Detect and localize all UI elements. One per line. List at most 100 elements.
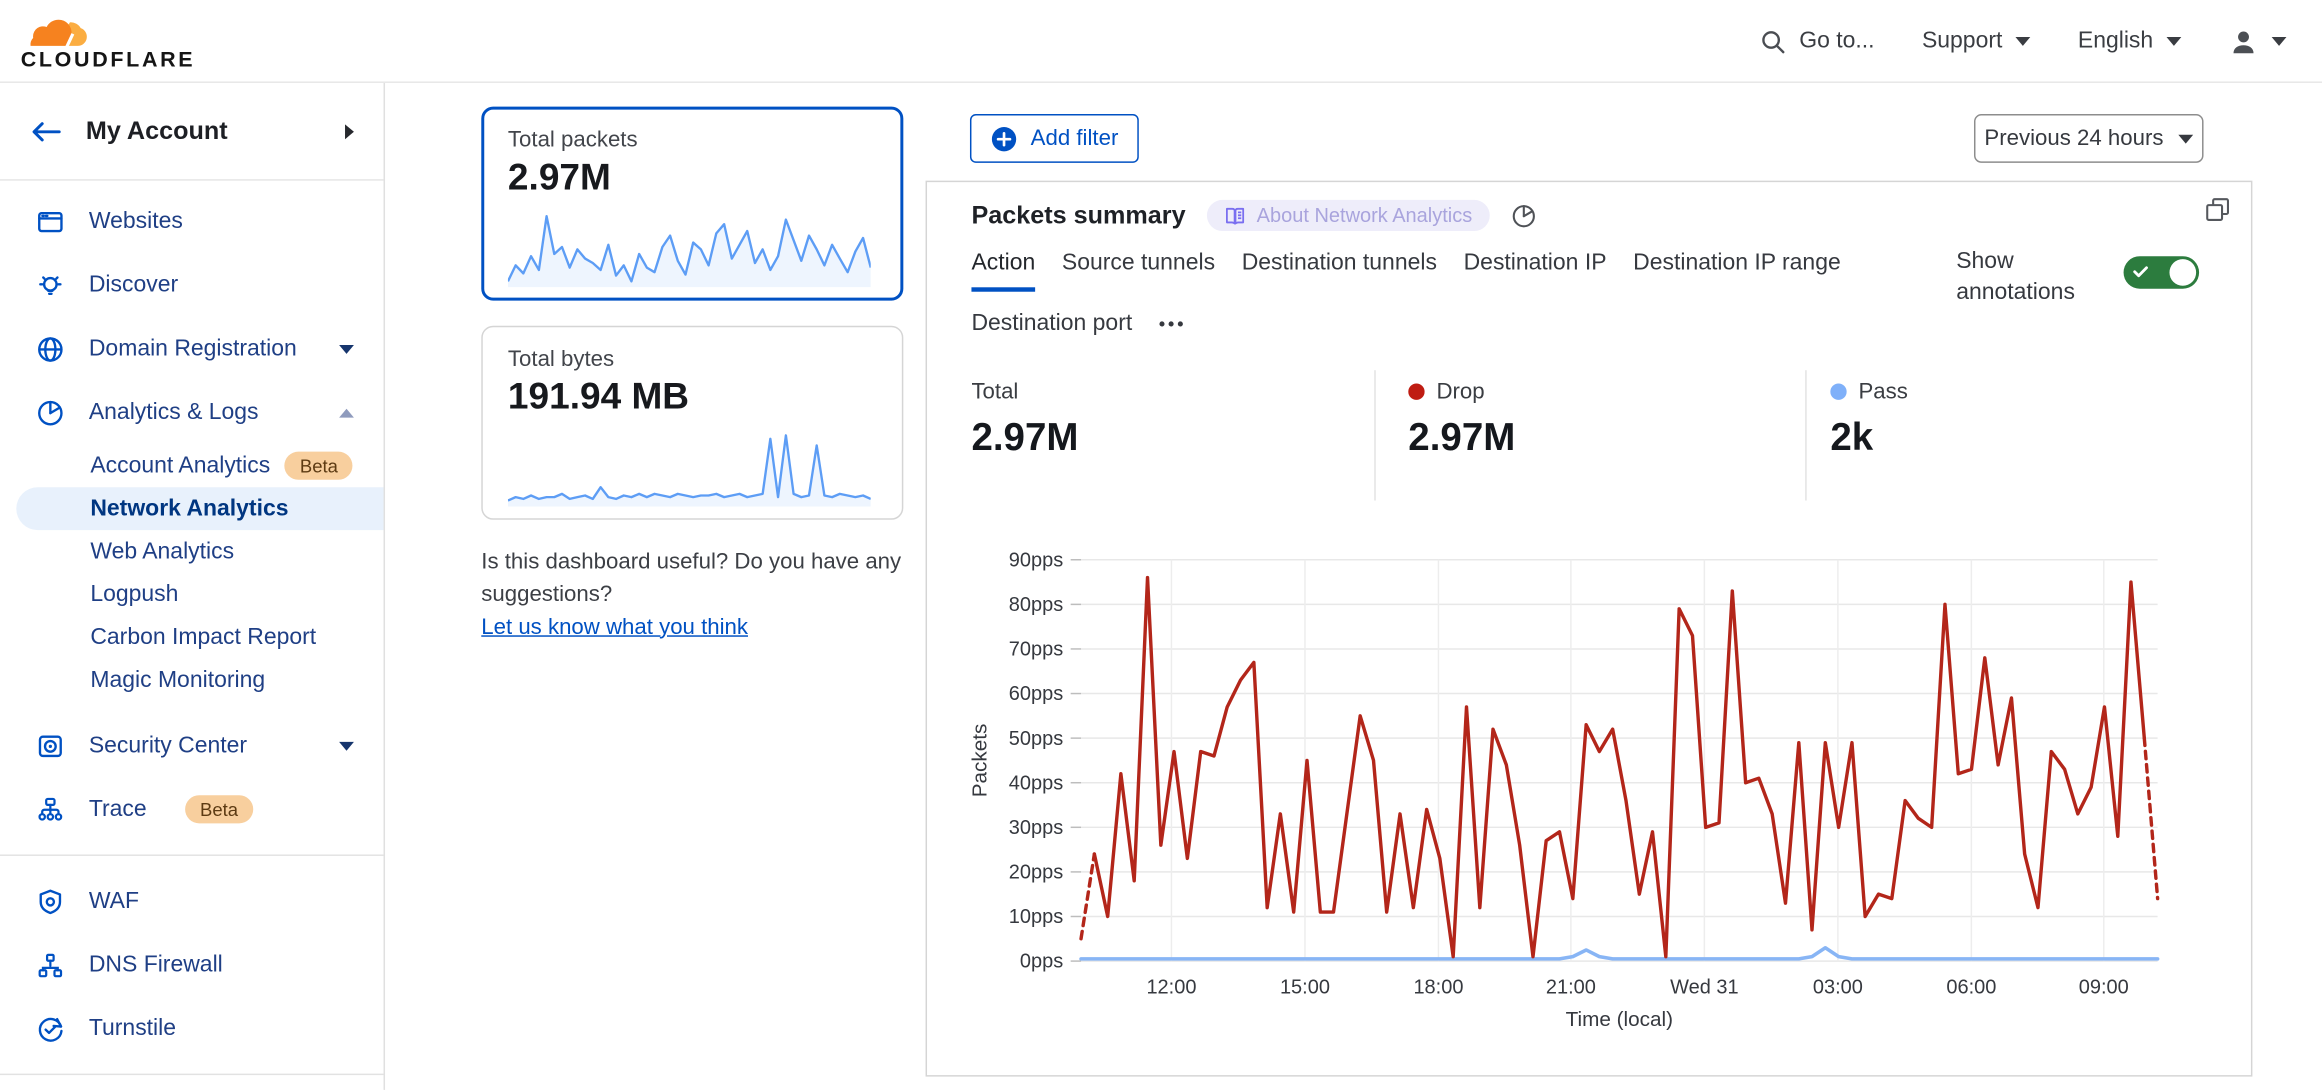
feedback-block: Is this dashboard useful? Do you have an… — [481, 546, 903, 643]
tabs-more-icon[interactable]: ••• — [1159, 311, 1187, 335]
goto-label: Go to... — [1799, 28, 1874, 55]
back-arrow-icon[interactable] — [30, 121, 63, 142]
sidebar-item-turnstile[interactable]: Turnstile — [0, 997, 384, 1061]
goto-search[interactable]: Go to... — [1761, 28, 1875, 55]
chevron-down-icon — [2178, 134, 2193, 143]
sidebar-item-label: Logpush — [90, 581, 178, 608]
sidebar-item-waf[interactable]: WAF — [0, 869, 384, 933]
expand-panel-button[interactable] — [2205, 197, 2230, 222]
show-annotations-toggle[interactable] — [2124, 256, 2200, 289]
copy-icon — [2205, 197, 2230, 222]
svg-text:10pps: 10pps — [1009, 906, 1063, 928]
card-title: Total bytes — [508, 347, 877, 372]
hierarchy-icon — [36, 950, 66, 980]
beta-badge: Beta — [185, 795, 253, 823]
cloudflare-cloud-icon — [21, 9, 89, 49]
sidebar-item-domain-registration[interactable]: Domain Registration — [0, 317, 384, 381]
packets-time-series-chart: 0pps10pps20pps30pps40pps50pps60pps70pps8… — [927, 529, 2254, 1050]
sidebar-item-label: Trace — [89, 796, 147, 823]
svg-text:18:00: 18:00 — [1413, 977, 1463, 999]
sidebar-item-label: Security Center — [89, 732, 247, 759]
tab-destination-tunnels[interactable]: Destination tunnels — [1242, 250, 1437, 291]
sidebar-item-web-analytics[interactable]: Web Analytics — [0, 530, 384, 573]
chart-type-button[interactable] — [1511, 202, 1538, 229]
svg-text:30pps: 30pps — [1009, 817, 1063, 839]
shield-gear-icon — [36, 886, 66, 916]
stat-label: Pass — [1858, 379, 1907, 404]
sidebar-item-label: Domain Registration — [89, 335, 297, 362]
sidebar-header: My Account — [0, 83, 384, 181]
about-badge-label: About Network Analytics — [1257, 204, 1473, 226]
feedback-link[interactable]: Let us know what you think — [481, 614, 748, 639]
time-range-label: Previous 24 hours — [1984, 126, 2163, 151]
about-network-analytics-badge[interactable]: About Network Analytics — [1206, 200, 1490, 231]
sidebar-item-label: Network Analytics — [90, 495, 288, 522]
sidebar-divider — [0, 1074, 384, 1075]
add-filter-button[interactable]: Add filter — [970, 114, 1139, 163]
plus-circle-icon — [991, 125, 1018, 152]
pass-dot — [1830, 384, 1846, 400]
svg-text:20pps: 20pps — [1009, 862, 1063, 884]
legend-stats-row: Total 2.97M Drop 2.97M Pass 2k — [927, 370, 2254, 500]
sidebar-item-analytics-logs[interactable]: Analytics & Logs — [0, 381, 384, 445]
check-icon — [2132, 264, 2148, 280]
sidebar-item-network-analytics[interactable]: Network Analytics — [16, 487, 383, 530]
card-title: Total packets — [508, 127, 877, 152]
svg-text:90pps: 90pps — [1009, 549, 1063, 571]
sidebar-item-logpush[interactable]: Logpush — [0, 573, 384, 616]
tab-destination-ip[interactable]: Destination IP — [1464, 250, 1607, 291]
card-value: 191.94 MB — [508, 376, 877, 419]
chevron-up-icon — [339, 408, 354, 417]
sidebar-item-label: Carbon Impact Report — [90, 624, 316, 651]
chevron-down-icon — [2272, 37, 2287, 46]
time-range-dropdown[interactable]: Previous 24 hours — [1974, 114, 2204, 163]
feedback-question: Is this dashboard useful? Do you have an… — [481, 546, 903, 610]
sidebar-item-discover[interactable]: Discover — [0, 253, 384, 317]
cloudflare-dashboard: CLOUDFLARE Go to... Support English — [0, 0, 2322, 1090]
sidebar-item-label: Discover — [89, 272, 178, 299]
pie-chart-icon — [36, 398, 66, 428]
sidebar-item-magic-monitoring[interactable]: Magic Monitoring — [0, 659, 384, 702]
stat-total: Total 2.97M — [927, 370, 1374, 500]
tab-destination-port[interactable]: Destination port — [971, 311, 1132, 348]
sidebar-item-account-analytics[interactable]: Account Analytics Beta — [0, 444, 384, 487]
stat-value: 2.97M — [971, 415, 1374, 461]
sidebar-item-carbon-impact-report[interactable]: Carbon Impact Report — [0, 616, 384, 659]
support-menu[interactable]: Support — [1922, 28, 2031, 55]
svg-text:21:00: 21:00 — [1546, 977, 1596, 999]
total-packets-card[interactable]: Total packets 2.97M — [481, 107, 903, 301]
support-label: Support — [1922, 28, 2002, 55]
packets-summary-panel: Packets summary About Network Analytics — [926, 181, 2253, 1077]
sidebar-item-dns-firewall[interactable]: DNS Firewall — [0, 933, 384, 997]
account-menu[interactable] — [2229, 27, 2287, 55]
stat-value: 2.97M — [1408, 415, 1805, 461]
chevron-right-icon[interactable] — [345, 124, 354, 139]
browser-window-icon — [36, 207, 66, 237]
svg-text:Packets: Packets — [968, 724, 991, 798]
sidebar: My Account Websites Discover — [0, 83, 385, 1090]
stat-drop: Drop 2.97M — [1374, 370, 1805, 500]
stat-pass: Pass 2k — [1805, 370, 2254, 500]
stat-label: Drop — [1436, 379, 1484, 404]
metric-cards-column: Total packets 2.97M Total bytes 191.94 M… — [481, 107, 903, 643]
tab-source-tunnels[interactable]: Source tunnels — [1062, 250, 1215, 291]
svg-text:50pps: 50pps — [1009, 728, 1063, 750]
svg-text:40pps: 40pps — [1009, 772, 1063, 794]
sidebar-item-trace[interactable]: Trace Beta — [0, 777, 384, 841]
total-bytes-card[interactable]: Total bytes 191.94 MB — [481, 326, 903, 520]
sidebar-item-security-center[interactable]: Security Center — [0, 714, 384, 778]
panel-header: Packets summary About Network Analytics — [971, 200, 1537, 231]
sidebar-item-websites[interactable]: Websites — [0, 190, 384, 254]
language-label: English — [2078, 28, 2153, 55]
tab-action[interactable]: Action — [971, 250, 1035, 291]
tab-destination-ip-range[interactable]: Destination IP range — [1633, 250, 1841, 291]
sidebar-item-label: Analytics & Logs — [89, 399, 259, 426]
safe-icon — [36, 731, 66, 761]
sidebar-item-label: DNS Firewall — [89, 951, 223, 978]
svg-text:Time (local): Time (local) — [1566, 1008, 1673, 1031]
cloudflare-logo[interactable]: CLOUDFLARE — [21, 9, 196, 72]
account-title: My Account — [86, 116, 228, 146]
language-menu[interactable]: English — [2078, 28, 2181, 55]
brand-wordmark: CLOUDFLARE — [21, 50, 196, 71]
svg-text:Wed 31: Wed 31 — [1670, 977, 1739, 999]
